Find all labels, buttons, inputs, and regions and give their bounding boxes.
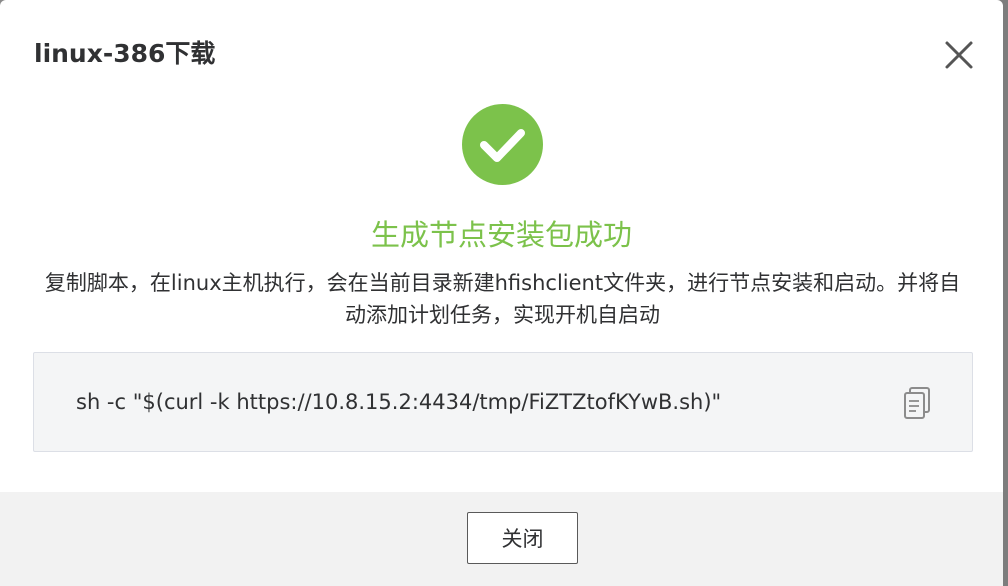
close-icon[interactable] [940, 36, 978, 74]
dialog-title: linux-386下载 [34, 39, 216, 68]
download-dialog: linux-386下载 生成节点安装包成功 复制脚本，在linux主机执行，会在… [0, 0, 1003, 586]
success-message: 生成节点安装包成功 [370, 218, 632, 252]
check-circle-icon [462, 104, 543, 185]
dialog-header: linux-386下载 [0, 0, 1003, 92]
instruction-text: 复制脚本，在linux主机执行，会在当前目录新建hfishclient文件夹，进… [44, 271, 961, 327]
close-button[interactable]: 关闭 [467, 512, 578, 564]
command-box: sh -c "$(curl -k https://10.8.15.2:4434/… [33, 352, 973, 452]
copy-icon[interactable] [902, 386, 932, 420]
install-command[interactable]: sh -c "$(curl -k https://10.8.15.2:4434/… [76, 386, 721, 418]
dialog-footer: 关闭 [0, 492, 1003, 586]
